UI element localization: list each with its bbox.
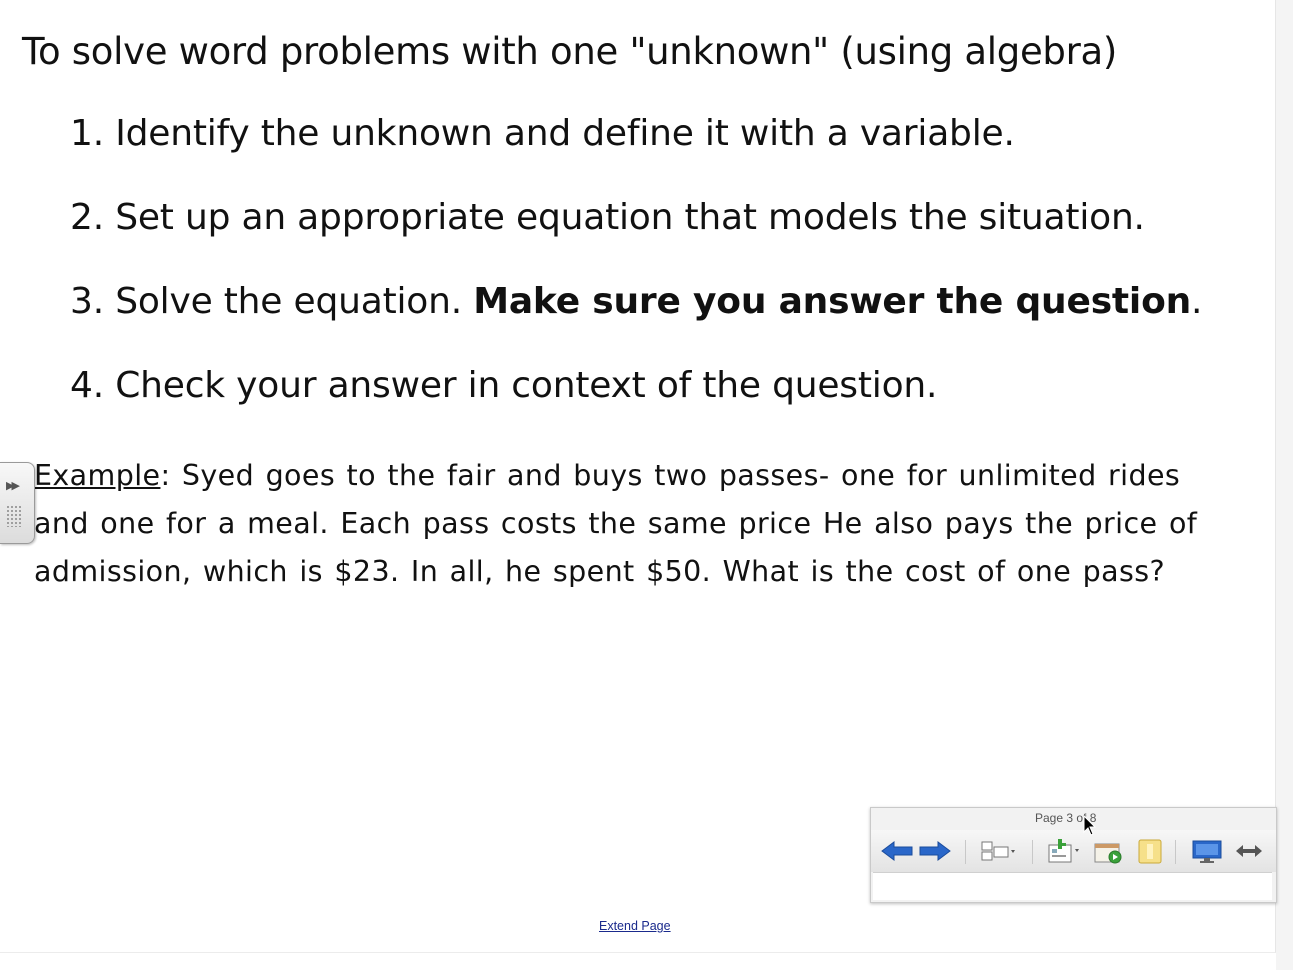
toolbar-separator bbox=[965, 840, 966, 864]
step-2: 2. Set up an appropriate equation that m… bbox=[70, 197, 1145, 238]
drag-grip-icon[interactable] bbox=[6, 505, 22, 527]
toolbar-input-strip bbox=[873, 872, 1272, 900]
toolbar-separator bbox=[1032, 840, 1033, 864]
display-screen-icon[interactable] bbox=[1187, 836, 1227, 866]
back-arrow-icon[interactable] bbox=[879, 836, 915, 866]
example-label: Example bbox=[34, 459, 161, 492]
side-panel-tab[interactable]: ▶▶ bbox=[0, 462, 35, 544]
example-line-1: Example: Syed goes to the fair and buys … bbox=[34, 452, 1224, 500]
step-3: 3. Solve the equation. Make sure you ans… bbox=[70, 281, 1202, 322]
example-colon: : bbox=[160, 459, 171, 492]
page-sorter-icon[interactable] bbox=[977, 836, 1019, 866]
step-1-text: 1. Identify the unknown and define it wi… bbox=[70, 113, 1015, 154]
insert-page-icon[interactable] bbox=[1043, 836, 1085, 866]
example-line-2: and one for a meal. Each pass costs the … bbox=[34, 507, 1198, 540]
mouse-cursor-icon bbox=[1083, 814, 1097, 841]
step-3-emphasis: Make sure you answer the question bbox=[473, 281, 1192, 322]
step-1: 1. Identify the unknown and define it wi… bbox=[70, 113, 1015, 154]
move-toolbar-icon[interactable] bbox=[1231, 836, 1267, 866]
note-icon[interactable] bbox=[1133, 836, 1167, 866]
page-title: To solve word problems with one "unknown… bbox=[22, 30, 1118, 73]
example-line-1-text: Syed goes to the fair and buys two passe… bbox=[170, 459, 1181, 492]
scroll-gutter[interactable] bbox=[1276, 0, 1293, 970]
step-3-text: 3. Solve the equation. bbox=[70, 281, 474, 322]
example-paragraph: Example: Syed goes to the fair and buys … bbox=[34, 452, 1224, 596]
extend-page-link[interactable]: Extend Page bbox=[599, 919, 671, 933]
step-2-text: 2. Set up an appropriate equation that m… bbox=[70, 197, 1145, 238]
example-line-3: admission, which is $23. In all, he spen… bbox=[34, 555, 1165, 588]
expand-arrows-icon[interactable]: ▶▶ bbox=[6, 479, 20, 492]
toolbar-separator bbox=[1175, 840, 1176, 864]
step-3-tail: . bbox=[1191, 281, 1203, 322]
toolbar-buttons bbox=[871, 830, 1276, 872]
floating-toolbar: Page 3 of 8 bbox=[870, 807, 1277, 903]
step-4: 4. Check your answer in context of the q… bbox=[70, 365, 937, 406]
step-4-text: 4. Check your answer in context of the q… bbox=[70, 365, 938, 406]
forward-arrow-icon[interactable] bbox=[917, 836, 953, 866]
